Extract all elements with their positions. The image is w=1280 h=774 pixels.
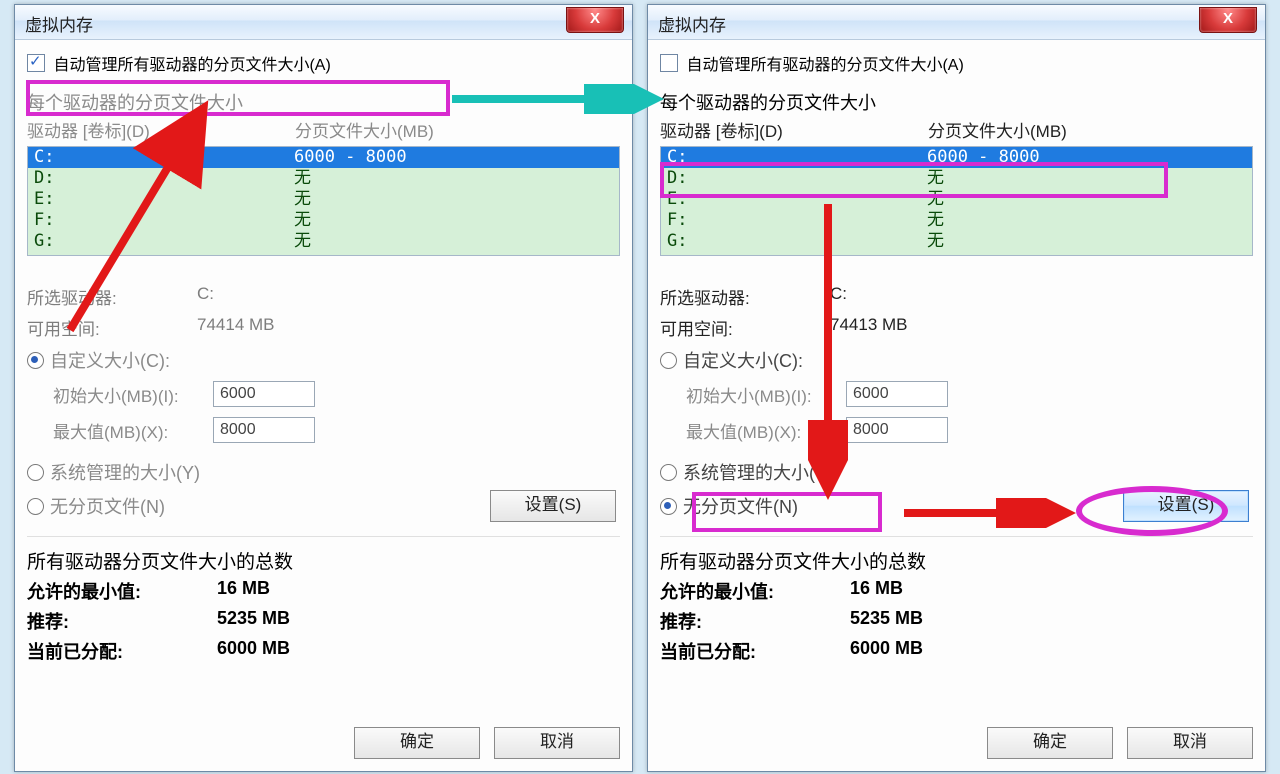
no-paging-radio[interactable]: [660, 498, 677, 515]
custom-size-radio[interactable]: [27, 352, 44, 369]
drive-row[interactable]: D: 无: [661, 168, 1252, 189]
drive-row[interactable]: G: 无: [28, 231, 619, 252]
max-size-label: 最大值(MB)(X):: [53, 418, 213, 443]
auto-manage-row[interactable]: 自动管理所有驱动器的分页文件大小(A): [660, 51, 1253, 79]
virtual-memory-dialog-right: 虚拟内存 X 自动管理所有驱动器的分页文件大小(A) 每个驱动器的分页文件大小 …: [647, 4, 1266, 772]
custom-size-radio-row[interactable]: 自定义大小(C):: [27, 346, 620, 374]
drive-row[interactable]: C: 6000 - 8000: [661, 147, 1252, 168]
close-button[interactable]: X: [1199, 7, 1257, 33]
ok-button[interactable]: 确定: [354, 727, 480, 759]
max-size-input[interactable]: [846, 417, 948, 443]
drive-row[interactable]: C: 6000 - 8000: [28, 147, 619, 168]
auto-manage-label: 自动管理所有驱动器的分页文件大小(A): [686, 57, 963, 74]
drive-row[interactable]: G: 无: [661, 231, 1252, 252]
virtual-memory-dialog-left: 虚拟内存 X 自动管理所有驱动器的分页文件大小(A) 每个驱动器的分页文件大小 …: [14, 4, 633, 772]
header-drive: 驱动器 [卷标](D): [27, 117, 295, 142]
set-button[interactable]: 设置(S): [490, 490, 616, 522]
no-paging-radio-row[interactable]: 无分页文件(N) 设置(S): [27, 492, 620, 520]
free-space-row: 可用空间: 74414 MB: [27, 315, 620, 340]
header-drive: 驱动器 [卷标](D): [660, 117, 928, 142]
custom-size-radio-row[interactable]: 自定义大小(C):: [660, 346, 1253, 374]
auto-manage-row[interactable]: 自动管理所有驱动器的分页文件大小(A): [27, 51, 620, 79]
drive-list[interactable]: C: 6000 - 8000 D: 无 E: 无 F: 无 G: 无: [27, 146, 620, 256]
header-pagefile: 分页文件大小(MB): [928, 117, 1253, 142]
drive-row[interactable]: E: 无: [28, 189, 619, 210]
totals-title: 所有驱动器分页文件大小的总数: [27, 547, 620, 574]
initial-size-input[interactable]: [213, 381, 315, 407]
no-paging-radio[interactable]: [27, 498, 44, 515]
close-icon: X: [590, 10, 600, 27]
drive-row[interactable]: F: 无: [28, 210, 619, 231]
initial-size-input[interactable]: [846, 381, 948, 407]
per-drive-label: 每个驱动器的分页文件大小: [27, 89, 620, 115]
max-size-input[interactable]: [213, 417, 315, 443]
custom-size-radio[interactable]: [660, 352, 677, 369]
free-space-row: 可用空间: 74413 MB: [660, 315, 1253, 340]
drive-list[interactable]: C: 6000 - 8000 D: 无 E: 无 F: 无 G: 无: [660, 146, 1253, 256]
drive-list-headers: 驱动器 [卷标](D) 分页文件大小(MB): [27, 117, 620, 142]
system-managed-radio-row[interactable]: 系统管理的大小(Y): [660, 458, 1253, 486]
selected-drive-row: 所选驱动器: C:: [660, 284, 1253, 309]
drive-row[interactable]: D: 无: [28, 168, 619, 189]
auto-manage-label: 自动管理所有驱动器的分页文件大小(A): [53, 57, 330, 74]
system-managed-radio[interactable]: [27, 464, 44, 481]
cancel-button[interactable]: 取消: [494, 727, 620, 759]
close-icon: X: [1223, 10, 1233, 27]
per-drive-label: 每个驱动器的分页文件大小: [660, 89, 1253, 115]
header-pagefile: 分页文件大小(MB): [295, 117, 620, 142]
initial-size-label: 初始大小(MB)(I):: [53, 382, 213, 407]
titlebar[interactable]: 虚拟内存 X: [648, 5, 1265, 40]
drive-row[interactable]: E: 无: [661, 189, 1252, 210]
drive-row[interactable]: F: 无: [661, 210, 1252, 231]
dialog-title: 虚拟内存: [25, 11, 93, 36]
auto-manage-checkbox[interactable]: [27, 54, 45, 72]
close-button[interactable]: X: [566, 7, 624, 33]
selected-drive-row: 所选驱动器: C:: [27, 284, 620, 309]
auto-manage-checkbox[interactable]: [660, 54, 678, 72]
no-paging-radio-row[interactable]: 无分页文件(N) 设置(S): [660, 492, 1253, 520]
cancel-button[interactable]: 取消: [1127, 727, 1253, 759]
titlebar[interactable]: 虚拟内存 X: [15, 5, 632, 40]
dialog-title: 虚拟内存: [658, 11, 726, 36]
drive-list-headers: 驱动器 [卷标](D) 分页文件大小(MB): [660, 117, 1253, 142]
ok-button[interactable]: 确定: [987, 727, 1113, 759]
initial-size-label: 初始大小(MB)(I):: [686, 382, 846, 407]
system-managed-radio-row[interactable]: 系统管理的大小(Y): [27, 458, 620, 486]
system-managed-radio[interactable]: [660, 464, 677, 481]
set-button[interactable]: 设置(S): [1123, 490, 1249, 522]
totals-title: 所有驱动器分页文件大小的总数: [660, 547, 1253, 574]
max-size-label: 最大值(MB)(X):: [686, 418, 846, 443]
